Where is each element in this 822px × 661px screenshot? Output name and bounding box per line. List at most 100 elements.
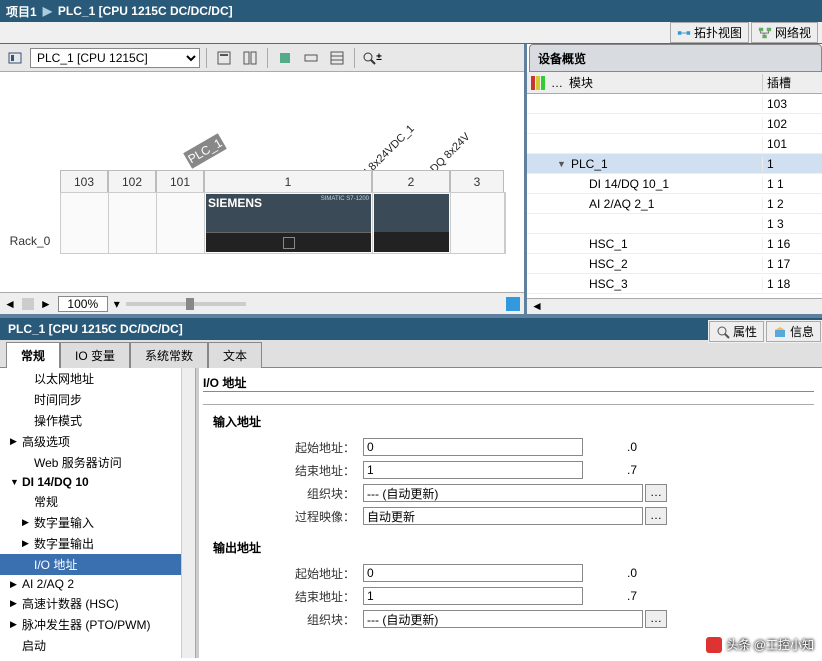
output-start-address[interactable]	[363, 564, 583, 582]
tree-vscroll[interactable]	[181, 368, 195, 658]
slot-head-2[interactable]: 2	[372, 170, 450, 192]
col-module[interactable]: 模块	[563, 74, 762, 91]
network-view-button[interactable]: 网络视	[751, 22, 818, 43]
device-selector[interactable]: PLC_1 [CPU 1215C]	[30, 48, 200, 68]
tab-general[interactable]: 常规	[6, 342, 60, 368]
zoom-level-input[interactable]	[58, 296, 108, 312]
tree-item[interactable]: ▶高级选项	[0, 431, 195, 452]
hscroll-thumb[interactable]	[22, 298, 34, 310]
tree-item[interactable]: ▶高速计数器 (HSC)	[0, 593, 195, 614]
tb-btn-5[interactable]	[326, 47, 348, 69]
slot-103[interactable]	[61, 193, 109, 253]
tb-btn-3[interactable]	[274, 47, 296, 69]
scroll-left-icon[interactable]: ◄	[4, 297, 16, 311]
plc-chip-label: PLC_1	[183, 133, 227, 169]
overview-row[interactable]: 1 3	[527, 214, 822, 234]
overview-row[interactable]: 103	[527, 94, 822, 114]
device-overview-title: 设备概览	[529, 44, 822, 72]
tab-sys-const[interactable]: 系统常数	[130, 342, 208, 368]
lbl-in-end: 结束地址：	[213, 462, 363, 479]
output-ob[interactable]	[363, 610, 643, 628]
overview-rows: 103102101▼PLC_11DI 14/DQ 10_11 1AI 2/AQ …	[527, 94, 822, 298]
col-ellipsis[interactable]: …	[551, 76, 563, 90]
slot-head-101[interactable]: 101	[156, 170, 204, 192]
tree-item[interactable]: 以太网地址	[0, 368, 195, 389]
lbl-in-start: 起始地址：	[213, 439, 363, 456]
tb-btn-4[interactable]	[300, 47, 322, 69]
lbl-out-end: 结束地址：	[213, 588, 363, 605]
tb-btn-1[interactable]	[213, 47, 235, 69]
breadcrumb-root[interactable]: 项目1	[6, 3, 37, 20]
tree-item[interactable]: ▼DI 14/DQ 10	[0, 473, 195, 491]
slot-2[interactable]	[373, 193, 451, 253]
input-ob-browse[interactable]: …	[645, 484, 667, 502]
tab-text[interactable]: 文本	[208, 342, 262, 368]
tree-item[interactable]: ▶脉冲发生器 (PTO/PWM)	[0, 614, 195, 635]
lbl-in-ob: 组织块：	[213, 485, 363, 502]
info-view-button[interactable]: 信息	[766, 321, 821, 342]
input-pi-browse[interactable]: …	[645, 507, 667, 525]
slot-head-1[interactable]: 1	[204, 170, 372, 192]
lbl-out-ob: 组织块：	[213, 611, 363, 628]
zoom-slider[interactable]	[126, 302, 246, 306]
in-end-suffix: .7	[583, 463, 641, 477]
overview-row[interactable]: AI 2/AQ 2_11 2	[527, 194, 822, 214]
output-end-address[interactable]	[363, 587, 583, 605]
properties-view-button[interactable]: 属性	[709, 321, 764, 342]
fit-icon[interactable]	[506, 297, 520, 311]
lbl-out-start: 起始地址：	[213, 565, 363, 582]
slot-head-103[interactable]: 103	[60, 170, 108, 192]
col-slot[interactable]: 插槽	[762, 74, 810, 91]
tree-item[interactable]: 常规	[0, 491, 195, 512]
overview-row[interactable]: HSC_31 18	[527, 274, 822, 294]
slot-3[interactable]	[451, 193, 505, 253]
properties-title-bar: PLC_1 [CPU 1215C DC/DC/DC]	[0, 318, 822, 340]
tree-item[interactable]: 启动	[0, 635, 195, 656]
slot-head-102[interactable]: 102	[108, 170, 156, 192]
tree-item[interactable]: I/O 地址	[0, 554, 195, 575]
breadcrumb: 项目1 ▶ PLC_1 [CPU 1215C DC/DC/DC]	[0, 0, 822, 22]
network-icon	[758, 26, 772, 40]
overview-header: … 模块 插槽	[527, 72, 822, 94]
slot-head-3[interactable]: 3	[450, 170, 504, 192]
dq-module-label: DQ 8x24V	[428, 131, 472, 175]
overview-row[interactable]: 102	[527, 114, 822, 134]
input-start-address[interactable]	[363, 438, 583, 456]
info-icon	[773, 325, 787, 339]
tree-item[interactable]: 时间同步	[0, 389, 195, 410]
input-end-address[interactable]	[363, 461, 583, 479]
overview-row[interactable]: ▼PLC_11	[527, 154, 822, 174]
overview-row[interactable]: DI 14/DQ 10_11 1	[527, 174, 822, 194]
tree-item[interactable]: ▶数字量输出	[0, 533, 195, 554]
device-icon[interactable]	[4, 47, 26, 69]
tree-item[interactable]: ▶数字量输入	[0, 512, 195, 533]
topology-icon	[677, 26, 691, 40]
input-process-image[interactable]	[363, 507, 643, 525]
slot-1-plc[interactable]: SIEMENS SIMATIC S7-1200	[205, 193, 373, 253]
section-input-address: 输入地址	[213, 413, 814, 430]
hardware-canvas[interactable]: PLC_1 DI 8x24VDC_1 DQ 8x24V ▶ Rack_0 103…	[0, 72, 524, 292]
input-ob[interactable]	[363, 484, 643, 502]
overview-hscroll[interactable]: ◄	[527, 298, 822, 314]
overview-row[interactable]: HSC_21 17	[527, 254, 822, 274]
zoom-icon[interactable]: ±	[361, 47, 383, 69]
topology-view-button[interactable]: 拓扑视图	[670, 22, 749, 43]
output-ob-browse[interactable]: …	[645, 610, 667, 628]
slot-101[interactable]	[157, 193, 205, 253]
tree-item[interactable]: 循环	[0, 656, 195, 658]
zoom-dropdown-icon[interactable]: ▾	[114, 297, 120, 311]
tab-io-vars[interactable]: IO 变量	[60, 342, 130, 368]
scroll-right-icon[interactable]: ►	[40, 297, 52, 311]
tb-btn-2[interactable]	[239, 47, 261, 69]
section-output-address: 输出地址	[213, 539, 814, 556]
breadcrumb-path[interactable]: PLC_1 [CPU 1215C DC/DC/DC]	[58, 4, 233, 18]
tree-item[interactable]: 操作模式	[0, 410, 195, 431]
overview-row[interactable]: 101	[527, 134, 822, 154]
in-start-suffix: .0	[583, 440, 641, 454]
out-start-suffix: .0	[583, 566, 641, 580]
rack[interactable]: SIEMENS SIMATIC S7-1200	[60, 192, 506, 254]
tree-item[interactable]: ▶AI 2/AQ 2	[0, 575, 195, 593]
overview-row[interactable]: HSC_11 16	[527, 234, 822, 254]
slot-102[interactable]	[109, 193, 157, 253]
tree-item[interactable]: Web 服务器访问	[0, 452, 195, 473]
